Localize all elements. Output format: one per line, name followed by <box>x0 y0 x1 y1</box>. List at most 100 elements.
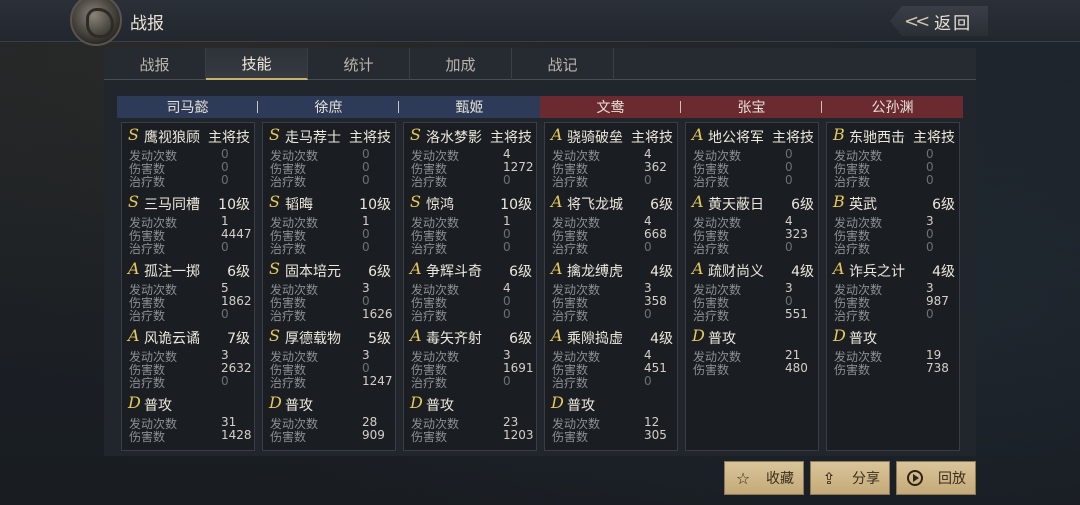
tab-skills[interactable]: 技能 <box>206 48 308 80</box>
stat-label: 伤害数 <box>129 430 166 444</box>
general-name: 文鸯 <box>596 100 625 116</box>
stat-label: 治疗数 <box>552 376 589 390</box>
skill-header: A 地公将军 主将技 <box>692 125 818 146</box>
stat-value: 28 <box>362 415 378 429</box>
tab-bonus[interactable]: 加成 <box>410 48 512 80</box>
skill-name: 三马同槽 <box>144 197 200 213</box>
skill-name: 黄天蔽日 <box>708 197 764 213</box>
stat-value: 1272 <box>503 160 534 174</box>
stat-row-damage: 伤害数 987 <box>834 294 958 310</box>
general-skill-column: S 鹰视狼顾 主将技 发动次数 0 伤害数 0 治疗数 0 S 三马同槽 10级 发动次数 1 伤害数 444… <box>121 122 255 451</box>
stat-row-heal: 治疗数 0 <box>411 240 535 256</box>
stat-value: 4 <box>644 348 652 362</box>
stat-label: 伤害数 <box>270 430 307 444</box>
skill-name: 乘隙捣虚 <box>567 331 623 347</box>
stat-label: 治疗数 <box>834 242 871 256</box>
star-icon: ☆ <box>735 468 751 488</box>
stat-label: 治疗数 <box>270 309 307 323</box>
skill-header: S 韬晦 10级 <box>269 192 395 213</box>
skill-name: 鹰视狼顾 <box>144 130 200 146</box>
skill-name: 普攻 <box>426 398 454 414</box>
stat-row-trigger: 发动次数 4 <box>411 281 535 297</box>
skill-grade: A <box>551 326 563 345</box>
stat-label: 治疗数 <box>411 242 448 256</box>
stat-row-trigger: 发动次数 23 <box>411 415 535 431</box>
stat-label: 治疗数 <box>129 242 166 256</box>
skill-name: 英武 <box>849 197 877 213</box>
stat-value: 31 <box>221 415 237 429</box>
skill-name: 骁骑破垒 <box>567 130 623 146</box>
stat-value: 0 <box>362 294 370 308</box>
stat-value: 1247 <box>362 374 393 388</box>
skill-grade: A <box>551 125 563 144</box>
stat-label: 伤害数 <box>834 363 871 377</box>
share-icon: ⇪ <box>822 468 836 488</box>
skill-grade: S <box>269 326 280 345</box>
skill-level: 主将技 <box>772 130 814 146</box>
skill-header: D 普攻 <box>269 393 395 414</box>
stat-label: 治疗数 <box>552 175 589 189</box>
stat-value: 0 <box>644 307 652 321</box>
tab-record[interactable]: 战记 <box>512 48 614 80</box>
stat-label: 治疗数 <box>693 309 730 323</box>
stat-row-damage: 伤害数 0 <box>270 361 394 377</box>
stat-value: 3 <box>362 281 370 295</box>
skill-grade: S <box>269 125 280 144</box>
tab-report[interactable]: 战报 <box>104 48 206 80</box>
stat-value: 1428 <box>221 428 252 442</box>
stat-value: 1 <box>221 214 229 228</box>
stat-row-trigger: 发动次数 21 <box>693 348 817 364</box>
stat-row-heal: 治疗数 0 <box>129 374 253 390</box>
tab-bar: 战报 技能 统计 加成 战记 <box>104 48 976 80</box>
general-skill-column: B 东驰西击 主将技 发动次数 0 伤害数 0 治疗数 0 B 英武 6级 发动次数 3 伤害数 0 治疗数 0 A… <box>826 122 960 451</box>
back-button[interactable]: << 返回 <box>890 6 988 36</box>
skill-name: 惊鸿 <box>426 197 454 213</box>
skill-level: 主将技 <box>913 130 955 146</box>
favorite-button[interactable]: ☆ 收藏 <box>724 461 804 495</box>
stat-row-trigger: 发动次数 3 <box>270 281 394 297</box>
general-name-header: 文鸯 <box>540 96 681 118</box>
stat-row-heal: 治疗数 551 <box>693 307 817 323</box>
skill-grade: S <box>128 125 139 144</box>
skill-grade: D <box>269 393 282 412</box>
stat-row-trigger: 发动次数 19 <box>834 348 958 364</box>
skill-header: S 惊鸿 10级 <box>410 192 536 213</box>
stat-value: 19 <box>926 348 942 362</box>
stat-label: 治疗数 <box>411 376 448 390</box>
stat-row-heal: 治疗数 0 <box>411 374 535 390</box>
skill-grade: S <box>410 125 421 144</box>
stat-label: 治疗数 <box>270 242 307 256</box>
skill-grade: S <box>128 192 139 211</box>
skill-name: 韬晦 <box>285 197 313 213</box>
stat-row-damage: 伤害数 0 <box>270 160 394 176</box>
skill-header: D 普攻 <box>551 393 677 414</box>
share-button[interactable]: ⇪ 分享 <box>810 461 890 495</box>
skill-name: 普攻 <box>285 398 313 414</box>
stat-value: 451 <box>644 361 667 375</box>
stat-row-trigger: 发动次数 0 <box>129 147 253 163</box>
stat-label: 伤害数 <box>411 430 448 444</box>
back-label: 返回 <box>934 13 973 34</box>
stat-value: 0 <box>221 173 229 187</box>
stat-row-heal: 治疗数 0 <box>834 173 958 189</box>
skill-level: 6级 <box>509 264 532 280</box>
back-arrow-icon: << <box>904 10 930 32</box>
stat-value: 0 <box>644 240 652 254</box>
stat-value: 3 <box>221 348 229 362</box>
skill-name: 擒龙缚虎 <box>567 264 623 280</box>
general-name-header: 张宝 <box>681 96 822 118</box>
stat-value: 1 <box>503 214 511 228</box>
stat-value: 3 <box>362 348 370 362</box>
stat-row-heal: 治疗数 0 <box>552 374 676 390</box>
stat-row-trigger: 发动次数 1 <box>129 214 253 230</box>
tab-stats[interactable]: 统计 <box>308 48 410 80</box>
replay-button[interactable]: 回放 <box>896 461 976 495</box>
stat-value: 0 <box>503 227 511 241</box>
stat-value: 0 <box>926 227 934 241</box>
skill-level: 6级 <box>227 264 250 280</box>
stat-value: 358 <box>644 294 667 308</box>
skill-header: S 三马同槽 10级 <box>128 192 254 213</box>
stat-row-damage: 伤害数 738 <box>834 361 958 377</box>
general-name: 徐庶 <box>314 100 343 116</box>
stat-label: 治疗数 <box>270 175 307 189</box>
